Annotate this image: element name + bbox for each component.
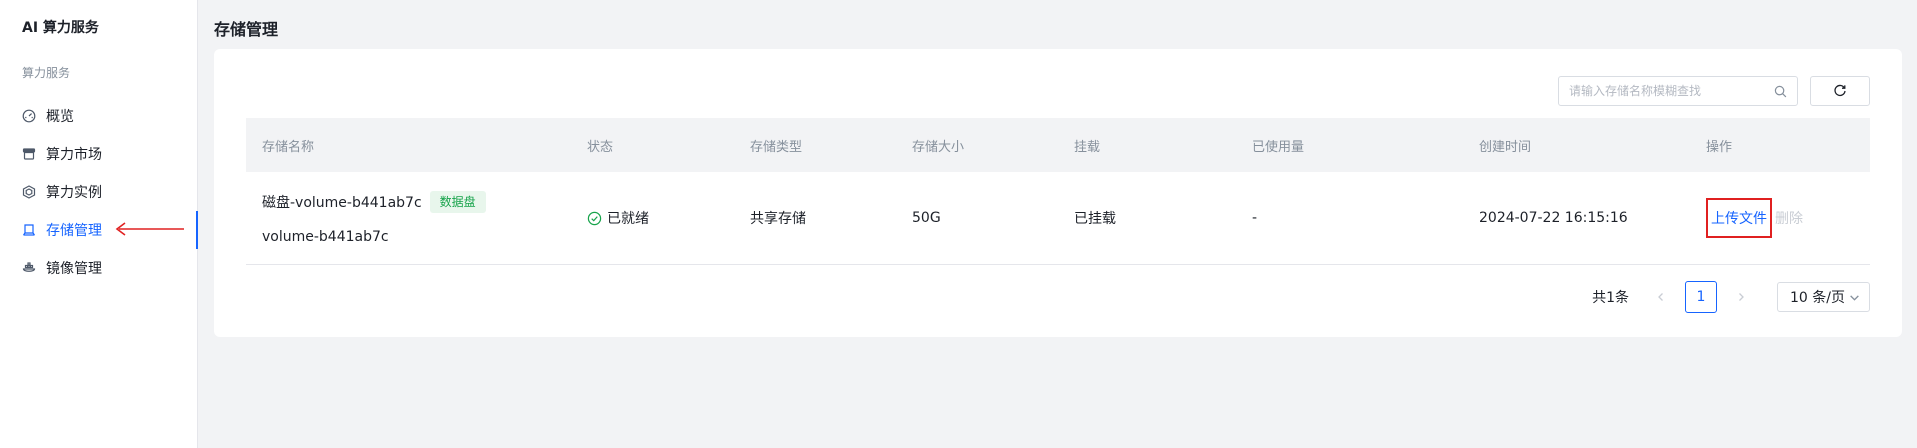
table-row: 磁盘-volume-b441ab7c 数据盘 volume-b441ab7c 已… (246, 172, 1870, 265)
column-header: 创建时间 (1479, 139, 1532, 155)
status-cell: 已就绪 (571, 208, 734, 228)
sidebar-section-label: 算力服务 (22, 66, 71, 80)
storage-card: 存储名称 状态 存储类型 存储大小 挂载 已使用量 创建时间 操作 磁盘-vol… (214, 49, 1902, 337)
page-size-value: 10 条/页 (1790, 290, 1845, 306)
storage-type-cell: 共享存储 (750, 211, 806, 227)
actions-cell: 上传文件 删除 (1690, 198, 1870, 238)
chevron-down-icon (1850, 294, 1859, 301)
storage-name: 磁盘-volume-b441ab7c (262, 195, 422, 211)
column-header: 存储类型 (750, 139, 803, 155)
instance-icon (22, 185, 36, 199)
page-title: 存储管理 (214, 20, 279, 39)
sidebar-item-label: 存储管理 (46, 223, 102, 239)
sidebar-item-label: 算力实例 (46, 185, 102, 201)
sidebar-item-overview[interactable]: 概览 (0, 97, 198, 135)
image-icon (22, 261, 36, 275)
next-page-button[interactable] (1725, 281, 1757, 313)
column-header: 存储大小 (912, 139, 965, 155)
chevron-left-icon (1658, 293, 1663, 301)
table-body: 磁盘-volume-b441ab7c 数据盘 volume-b441ab7c 已… (246, 172, 1870, 265)
chevron-right-icon (1739, 293, 1744, 301)
annotation-arrow-icon (115, 222, 184, 236)
page-size-select[interactable]: 10 条/页 (1777, 282, 1870, 312)
store-icon (22, 147, 36, 161)
storage-volume-id: volume-b441ab7c (262, 229, 389, 245)
sidebar-item-label: 算力市场 (46, 147, 102, 163)
refresh-button[interactable] (1810, 76, 1870, 106)
search-icon (1774, 85, 1787, 97)
sidebar-nav: 概览 算力市场 算力实例 存储管理 镜像管理 (0, 97, 198, 287)
upload-file-button[interactable]: 上传文件 (1706, 198, 1772, 238)
delete-button[interactable]: 删除 (1775, 208, 1803, 228)
prev-page-button[interactable] (1645, 281, 1677, 313)
sidebar: AI 算力服务 算力服务 概览 算力市场 算力实例 存储管理 镜像管理 (0, 0, 198, 448)
storage-icon (22, 223, 36, 237)
used-cell: - (1252, 210, 1258, 226)
search-input[interactable] (1569, 84, 1774, 98)
pagination: 共1条 1 10 条/页 (1592, 281, 1870, 313)
app-title: AI 算力服务 (22, 20, 99, 36)
table-header: 存储名称 状态 存储类型 存储大小 挂载 已使用量 创建时间 操作 (246, 118, 1870, 172)
column-header: 操作 (1706, 139, 1733, 155)
storage-name-cell: 磁盘-volume-b441ab7c 数据盘 volume-b441ab7c (246, 191, 571, 245)
column-header: 状态 (587, 139, 614, 155)
sidebar-item-market[interactable]: 算力市场 (0, 135, 198, 173)
sidebar-item-instances[interactable]: 算力实例 (0, 173, 198, 211)
column-header: 已使用量 (1252, 139, 1305, 155)
column-header: 挂载 (1074, 139, 1101, 155)
refresh-icon (1834, 84, 1846, 97)
disk-type-tag: 数据盘 (429, 191, 486, 213)
toolbar (1558, 76, 1870, 106)
total-count: 共1条 (1592, 290, 1629, 306)
created-time-cell: 2024-07-22 16:15:16 (1479, 210, 1628, 226)
column-header: 存储名称 (262, 139, 315, 155)
check-circle-icon (587, 211, 602, 225)
mount-cell: 已挂载 (1074, 211, 1116, 227)
page-number-button[interactable]: 1 (1685, 281, 1717, 313)
storage-table: 存储名称 状态 存储类型 存储大小 挂载 已使用量 创建时间 操作 磁盘-vol… (246, 118, 1870, 265)
sidebar-item-images[interactable]: 镜像管理 (0, 249, 198, 287)
dashboard-icon (22, 109, 36, 123)
storage-size-cell: 50G (912, 210, 941, 226)
sidebar-item-label: 镜像管理 (46, 261, 102, 277)
sidebar-item-label: 概览 (46, 109, 74, 125)
status-text: 已就绪 (607, 211, 649, 227)
search-box[interactable] (1558, 76, 1798, 106)
